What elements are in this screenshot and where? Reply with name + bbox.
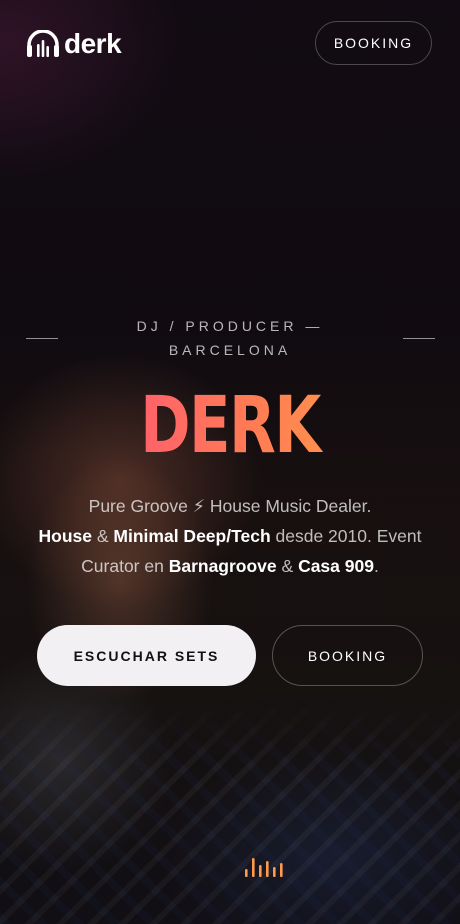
description-ampersand: & [92,526,114,546]
site-header: derk BOOKING [0,0,460,88]
description-text: Pure Groove ⚡ House Music Dealer. [88,496,372,516]
event-barnagroove: Barnagroove [168,556,277,576]
header-booking-button[interactable]: BOOKING [315,21,432,65]
description-end: . [373,556,379,576]
listen-sets-button[interactable]: ESCUCHAR SETS [37,625,256,686]
booking-button[interactable]: BOOKING [272,625,423,686]
equalizer-icon [245,858,283,877]
event-casa-909: Casa 909 [298,556,374,576]
hero-section: derk BOOKING DJ / PRODUCER — BARCELONA D… [0,0,460,924]
hero-description: Pure Groove ⚡ House Music Dealer. House … [30,491,430,581]
tagline-divider-right [403,338,435,339]
headphones-equalizer-icon [27,30,59,57]
tagline-divider-left [26,338,58,339]
description-ampersand: & [276,556,299,576]
logo[interactable]: derk [26,28,122,59]
genre-minimal: Minimal Deep/Tech [113,526,271,546]
page-title: DERK [51,378,410,474]
tagline: DJ / PRODUCER — BARCELONA [136,318,324,358]
genre-house: House [38,526,93,546]
logo-text: derk [64,28,122,59]
